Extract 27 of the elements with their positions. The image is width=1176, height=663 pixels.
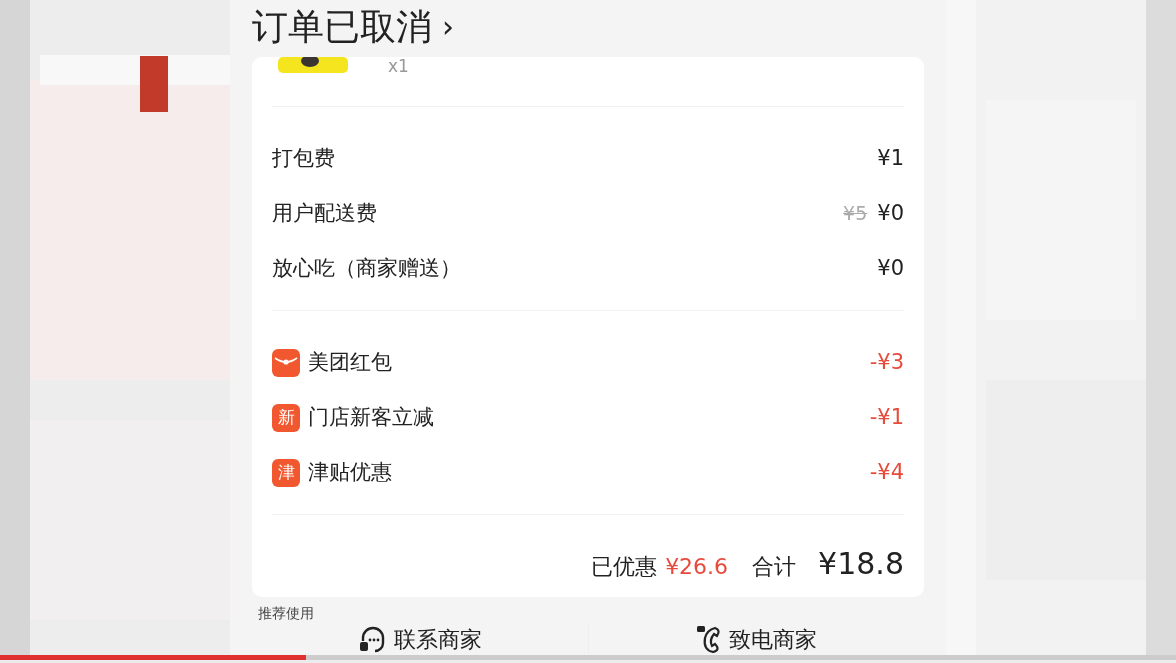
- envelope-icon: [272, 348, 300, 377]
- order-status-title[interactable]: 订单已取消: [252, 5, 432, 49]
- saved-amount: ¥26.6: [665, 553, 729, 581]
- total-amount: ¥18.8: [818, 545, 904, 583]
- discount-label: 津贴优惠: [308, 458, 392, 486]
- fee-amount: ¥0: [877, 200, 904, 225]
- fee-amount: ¥0: [877, 255, 904, 280]
- contact-button[interactable]: 致电商家: [587, 624, 924, 654]
- discount-amount: -¥3: [869, 348, 904, 376]
- video-progress-bar[interactable]: [0, 655, 1176, 660]
- fee-label: 放心吃（商家赠送）: [272, 254, 461, 282]
- fee-label: 打包费: [272, 144, 335, 172]
- recommend-label: 推荐使用: [258, 604, 315, 623]
- fee-label: 用户配送费: [272, 199, 377, 227]
- discount-badge: 新: [272, 403, 300, 432]
- saved-label: 已优惠: [591, 553, 658, 581]
- quantity-text: x1: [388, 57, 409, 75]
- chevron-icon[interactable]: ›: [442, 9, 454, 45]
- original-price: ¥5: [843, 201, 868, 224]
- discount-label: 美团红包: [308, 348, 392, 376]
- discount-badge: 津: [272, 458, 300, 487]
- discount-label: 门店新客立减: [308, 403, 434, 431]
- contact-button[interactable]: 联系商家: [252, 624, 588, 654]
- discount-amount: -¥1: [869, 403, 904, 431]
- total-label: 合计: [752, 553, 797, 581]
- fee-amount: ¥1: [877, 145, 904, 170]
- discount-amount: -¥4: [869, 458, 904, 486]
